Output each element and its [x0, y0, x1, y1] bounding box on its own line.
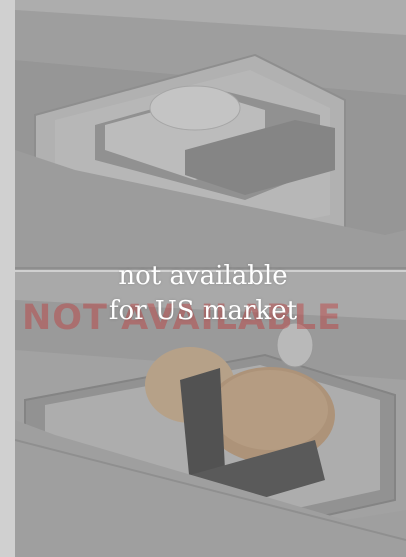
notice-line-2: for US market [108, 296, 298, 326]
notice-line-1: not available [118, 261, 288, 291]
availability-notice: not available for US market [0, 259, 406, 329]
product-image-frame: NOT AVAILABLE not available for US marke… [0, 0, 406, 557]
